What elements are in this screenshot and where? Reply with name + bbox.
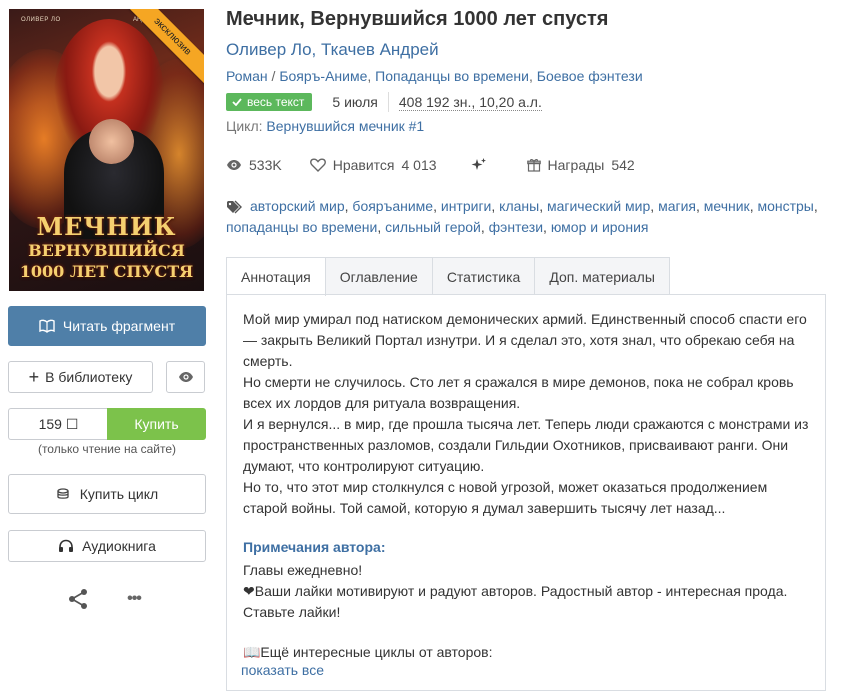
genre-breadcrumb: Роман / Бояръ-Аниме, Попаданцы во времен… — [226, 68, 643, 84]
like-button[interactable]: Нравится 4 013 — [309, 157, 437, 173]
sparkle-icon — [471, 157, 487, 173]
cover-title-line1: МЕЧНИК — [36, 212, 177, 241]
awards-stat[interactable]: Награды 542 — [526, 157, 635, 173]
author-notes-title: Примечания автора: — [243, 539, 386, 555]
gift-icon — [526, 158, 541, 172]
plus-icon: + — [28, 367, 40, 387]
show-all-link[interactable]: показать все — [241, 662, 324, 678]
read-fragment-label: Читать фрагмент — [62, 318, 176, 334]
tag-link[interactable]: мечник — [704, 198, 750, 214]
tag-link[interactable]: сильный герой — [385, 219, 481, 235]
views-count: 533K — [249, 157, 282, 173]
more-options-icon[interactable]: ••• — [122, 588, 146, 610]
author-note-line: Главы ежедневно! — [243, 562, 363, 578]
tag-link[interactable]: попаданцы во времени — [226, 219, 377, 235]
eye-icon — [226, 159, 242, 171]
add-to-library-button[interactable]: + В библиотеку — [8, 361, 153, 393]
awards-count: 542 — [611, 157, 635, 173]
tag-link[interactable]: интриги — [441, 198, 492, 214]
annotation-paragraph: Но смерти не случилось. Сто лет я сражал… — [243, 374, 794, 411]
book-size: 408 192 зн., 10,20 а.л. — [398, 93, 542, 111]
author-notes: Главы ежедневно! ❤Ваши лайки мотивируют … — [243, 560, 813, 623]
likes-label: Нравится — [332, 157, 395, 173]
status-badge: весь текст — [226, 93, 313, 111]
divider — [387, 92, 389, 112]
tab-annotation[interactable]: Аннотация — [226, 257, 326, 296]
publish-date: 5 июля — [332, 94, 378, 110]
likes-count: 4 013 — [401, 157, 437, 173]
author-link[interactable]: Оливер Ло — [226, 40, 312, 59]
genre-link[interactable]: Попаданцы во времени — [375, 68, 529, 84]
cover-title-line2: ВЕРНУВШИЙСЯ — [28, 241, 185, 260]
book-title: Мечник, Вернувшийся 1000 лет спустя — [226, 8, 609, 30]
sparkle-button[interactable] — [471, 157, 487, 173]
headphones-icon — [58, 539, 74, 553]
cover-title-line3: 1000 ЛЕТ СПУСТЯ — [19, 262, 194, 281]
content-tabs: Аннотация Оглавление Статистика Доп. мат… — [226, 257, 670, 296]
more-cycles-label: 📖Ещё интересные циклы от авторов: — [243, 644, 493, 660]
tag-icon — [226, 200, 244, 214]
tab-extra-materials[interactable]: Доп. материалы — [534, 257, 670, 295]
book-cover[interactable]: ОЛИВЕР ЛО АНДР МЕЧНИК ВЕРНУВШИЙСЯ 1000 Л… — [9, 9, 204, 291]
tag-list: авторский мир, бояръаниме, интриги, клан… — [226, 198, 818, 235]
buy-cycle-button[interactable]: Купить цикл — [8, 474, 206, 514]
price: 159 ☐ — [8, 408, 108, 440]
tag-link[interactable]: авторский мир — [250, 198, 345, 214]
annotation-paragraph: И я вернулся... в мир, где прошла тысяча… — [243, 416, 809, 474]
annotation-paragraph: Но то, что этот мир столкнулся с новой у… — [243, 479, 768, 516]
genre-link[interactable]: Бояръ-Аниме — [279, 68, 367, 84]
watch-button[interactable] — [166, 361, 205, 393]
tag-link[interactable]: кланы — [499, 198, 539, 214]
share-icon[interactable] — [66, 588, 90, 610]
tab-contents[interactable]: Оглавление — [324, 257, 433, 295]
tag-link[interactable]: фэнтези — [489, 219, 543, 235]
only-read-note: (только чтение на сайте) — [37, 442, 177, 456]
status-badge-label: весь текст — [247, 95, 305, 109]
annotation-text: Мой мир умирал под натиском демонических… — [243, 309, 813, 519]
author-note-line: ❤Ваши лайки мотивируют и радуют авторов.… — [243, 583, 788, 620]
book-authors: Оливер Ло, Ткачев Андрей — [226, 40, 439, 59]
cycle-label: Цикл: — [226, 118, 263, 134]
tag-link[interactable]: монстры — [757, 198, 813, 214]
author-link[interactable]: Ткачев Андрей — [321, 40, 439, 59]
book-cycle: Цикл: Вернувшийся мечник #1 — [226, 118, 424, 134]
coins-icon — [56, 488, 70, 500]
read-fragment-button[interactable]: Читать фрагмент — [8, 306, 206, 346]
book-open-icon — [39, 319, 55, 333]
tag-link[interactable]: магический мир — [547, 198, 650, 214]
buy-button[interactable]: Купить — [107, 408, 206, 440]
tag-link[interactable]: бояръаниме — [352, 198, 433, 214]
tag-link[interactable]: магия — [658, 198, 696, 214]
eye-icon — [178, 371, 194, 383]
views-stat: 533K — [226, 157, 282, 173]
genre-link[interactable]: Роман — [226, 68, 268, 84]
check-icon — [232, 98, 242, 106]
tab-statistics[interactable]: Статистика — [431, 257, 536, 295]
heart-icon — [309, 158, 326, 172]
awards-label: Награды — [547, 157, 605, 173]
genre-link[interactable]: Боевое фэнтези — [537, 68, 643, 84]
book-meta: весь текст 5 июля 408 192 зн., 10,20 а.л… — [226, 92, 542, 112]
buy-cycle-label: Купить цикл — [79, 486, 159, 502]
cover-character-skin — [89, 119, 134, 164]
book-stats: 533K Нравится 4 013 Награды 542 — [226, 155, 635, 175]
add-to-library-label: В библиотеку — [45, 369, 133, 385]
annotation-paragraph: Мой мир умирал под натиском демонических… — [243, 311, 807, 369]
cover-author: ОЛИВЕР ЛО — [21, 17, 61, 23]
audiobook-button[interactable]: Аудиокнига — [8, 530, 206, 562]
audiobook-label: Аудиокнига — [82, 538, 156, 554]
tag-link[interactable]: юмор и ирония — [551, 219, 649, 235]
cycle-link[interactable]: Вернувшийся мечник #1 — [266, 118, 424, 134]
